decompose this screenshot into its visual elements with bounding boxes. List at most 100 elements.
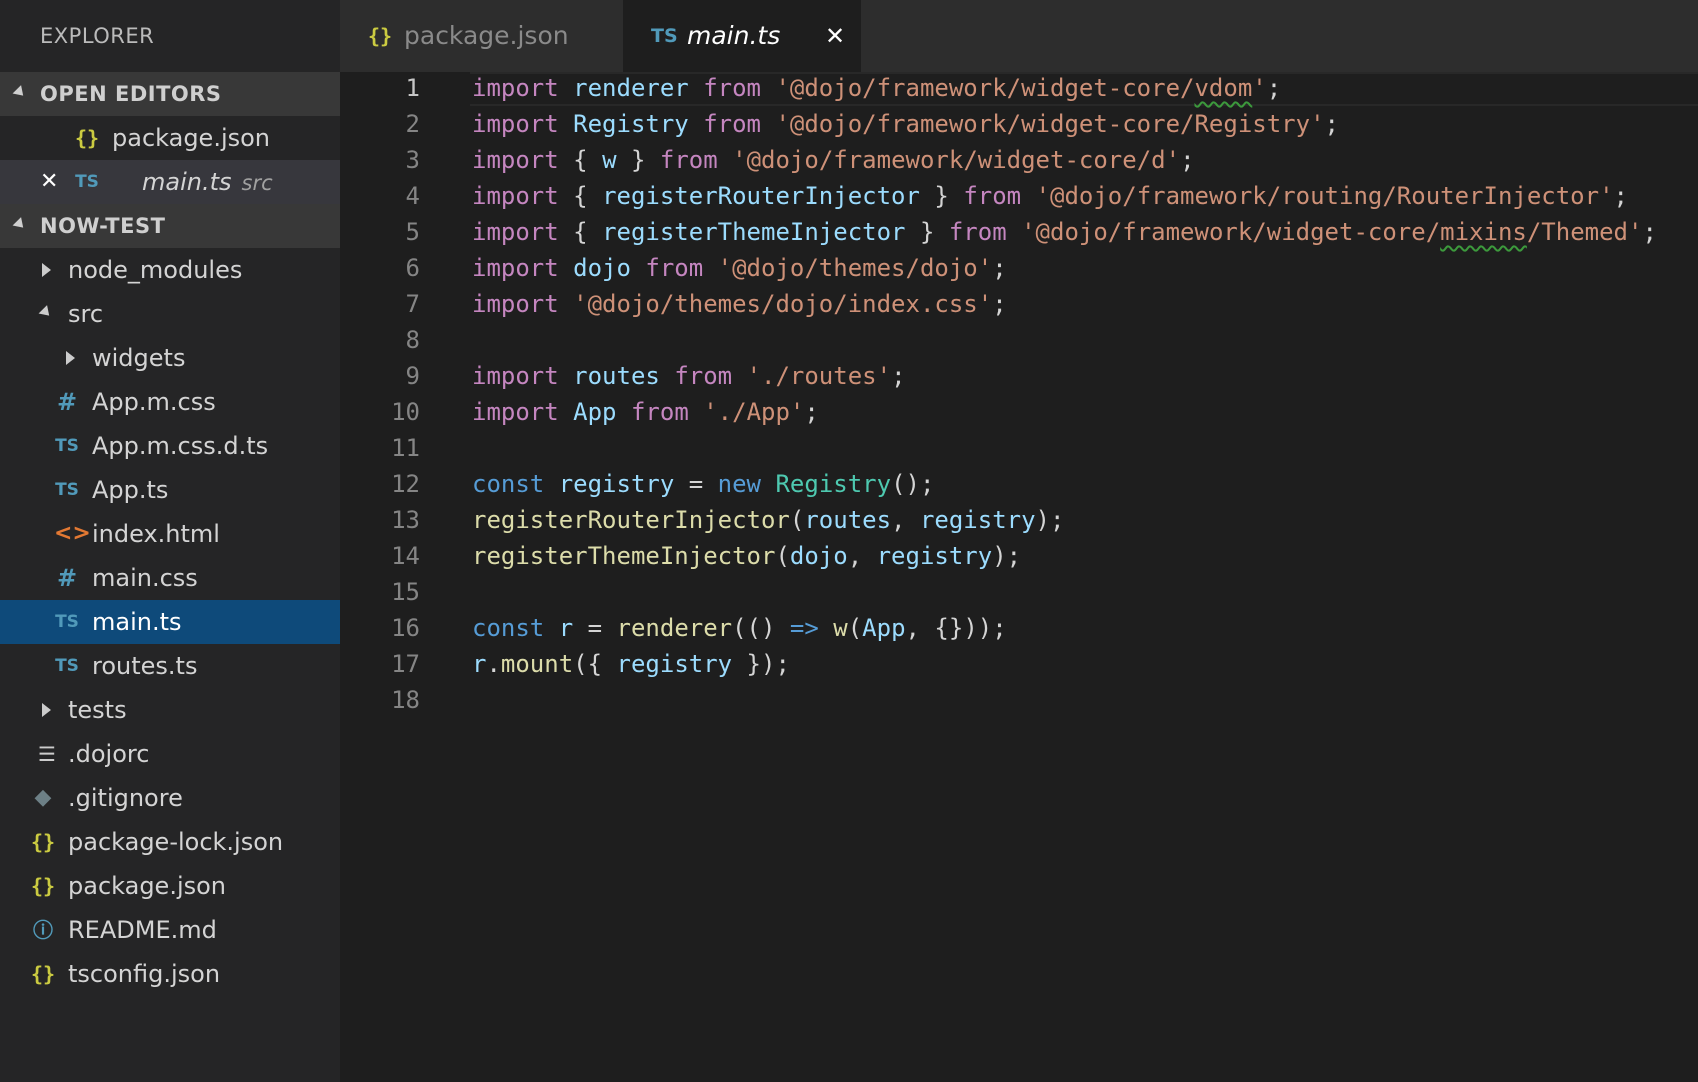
line-number: 3 [405,146,420,174]
code-text: import App from './App'; [472,394,819,430]
tree-file-app-m-css[interactable]: # App.m.css [0,380,340,424]
code-token: ); [992,542,1022,570]
code-token: Registry [573,110,689,138]
line-number: 2 [405,110,420,138]
tab-package-json[interactable]: {} package.json [340,0,623,72]
code-token: } [905,218,949,246]
css-icon: # [56,388,78,416]
code-token: ( [847,614,863,642]
open-editor-description: src [241,171,273,195]
code-text: const registry = new Registry(); [472,466,934,502]
code-text: import '@dojo/themes/dojo/index.css'; [472,286,1007,322]
editor-tab-bar: {} package.json TS main.ts ✕ [340,0,1698,72]
code-token: '@dojo/framework/routing/RouterInjector' [1035,182,1614,210]
chevron-right-icon [66,351,75,365]
open-editor-item-main-ts[interactable]: ✕ TS main.ts src [0,160,340,204]
tree-file-dojorc[interactable]: ☰ .dojorc [0,732,340,776]
tab-main-ts[interactable]: TS main.ts ✕ [623,0,861,72]
close-icon[interactable]: ✕ [40,160,58,204]
json-icon: {} [368,24,393,48]
code-token: }); [732,650,790,678]
code-token: Registry [775,470,892,498]
code-token: registry [616,650,733,678]
tree-item-label: node_modules [68,256,243,284]
caret-down-icon [12,85,28,100]
tree-file-app-ts[interactable]: TS App.ts [0,468,340,512]
tree-item-label: tests [68,696,127,724]
caret-down-icon [12,217,28,232]
tree-file-package-lock-json[interactable]: {} package-lock.json [0,820,340,864]
code-editor[interactable]: 1 import renderer from '@dojo/framework/w… [340,72,1698,1082]
code-token: registry [876,542,993,570]
open-editors-header[interactable]: OPEN EDITORS [0,72,340,116]
tree-file-app-m-css-d-ts[interactable]: TS App.m.css.d.ts [0,424,340,468]
line-number: 4 [405,182,420,210]
line-number: 5 [405,218,420,246]
tree-file-index-html[interactable]: <> index.html [0,512,340,556]
explorer-sidebar: EXPLORER OPEN EDITORS {} package.json ✕ … [0,0,340,1082]
code-token: ; [1266,74,1282,102]
code-token: './routes' [746,362,892,390]
code-token: ; [1324,110,1339,138]
chevron-right-icon [42,263,51,277]
tree-item-label: .dojorc [68,740,150,768]
code-token: dojo [789,542,848,570]
line-number: 9 [405,362,420,390]
code-token: ; [1180,146,1195,174]
html-icon: <> [54,521,91,546]
code-token: App [573,398,617,426]
tree-file-gitignore[interactable]: ◆ .gitignore [0,776,340,820]
project-header[interactable]: NOW-TEST [0,204,340,248]
close-icon[interactable]: ✕ [825,0,845,72]
json-icon: {} [30,962,56,986]
tree-folder-node-modules[interactable]: node_modules [0,248,340,292]
code-token: { [558,218,603,246]
code-text: import { registerRouterInjector } from '… [472,178,1628,214]
line-number: 10 [391,398,420,426]
tree-item-label: App.m.css.d.ts [92,432,269,460]
open-editor-item-package-json[interactable]: {} package.json [0,116,340,160]
code-token: => [789,614,819,642]
tree-folder-tests[interactable]: tests [0,688,340,732]
typescript-icon: TS [55,656,79,676]
code-token: (); [891,470,935,498]
code-token: '@dojo/framework/widget-core/Registry' [775,110,1325,138]
line-number: 11 [391,434,420,462]
code-token: App [862,614,906,642]
json-icon: {} [74,126,100,150]
code-text: import dojo from '@dojo/themes/dojo'; [472,250,1007,286]
line-number: 14 [391,542,420,570]
code-token: r [558,614,574,642]
code-token: registry [919,506,1036,534]
tree-file-tsconfig-json[interactable]: {} tsconfig.json [0,952,340,996]
tree-item-label: package.json [68,872,227,900]
code-token: './App' [703,398,805,426]
tree-folder-widgets[interactable]: widgets [0,336,340,380]
code-text: import routes from './routes'; [472,358,906,394]
tree-file-main-ts[interactable]: TS main.ts [0,600,340,644]
tree-file-routes-ts[interactable]: TS routes.ts [0,644,340,688]
code-token: ( [789,506,805,534]
tree-file-main-css[interactable]: # main.css [0,556,340,600]
code-token: from [963,182,1022,210]
tree-item-label: main.ts [92,608,182,636]
tree-file-package-json[interactable]: {} package.json [0,864,340,908]
tree-folder-src[interactable]: src [0,292,340,336]
code-token: } [919,182,964,210]
code-token: const [472,470,545,498]
git-icon: ◆ [34,785,52,810]
tree-file-readme-md[interactable]: ⓘ README.md [0,908,340,952]
code-token: , [891,506,920,534]
